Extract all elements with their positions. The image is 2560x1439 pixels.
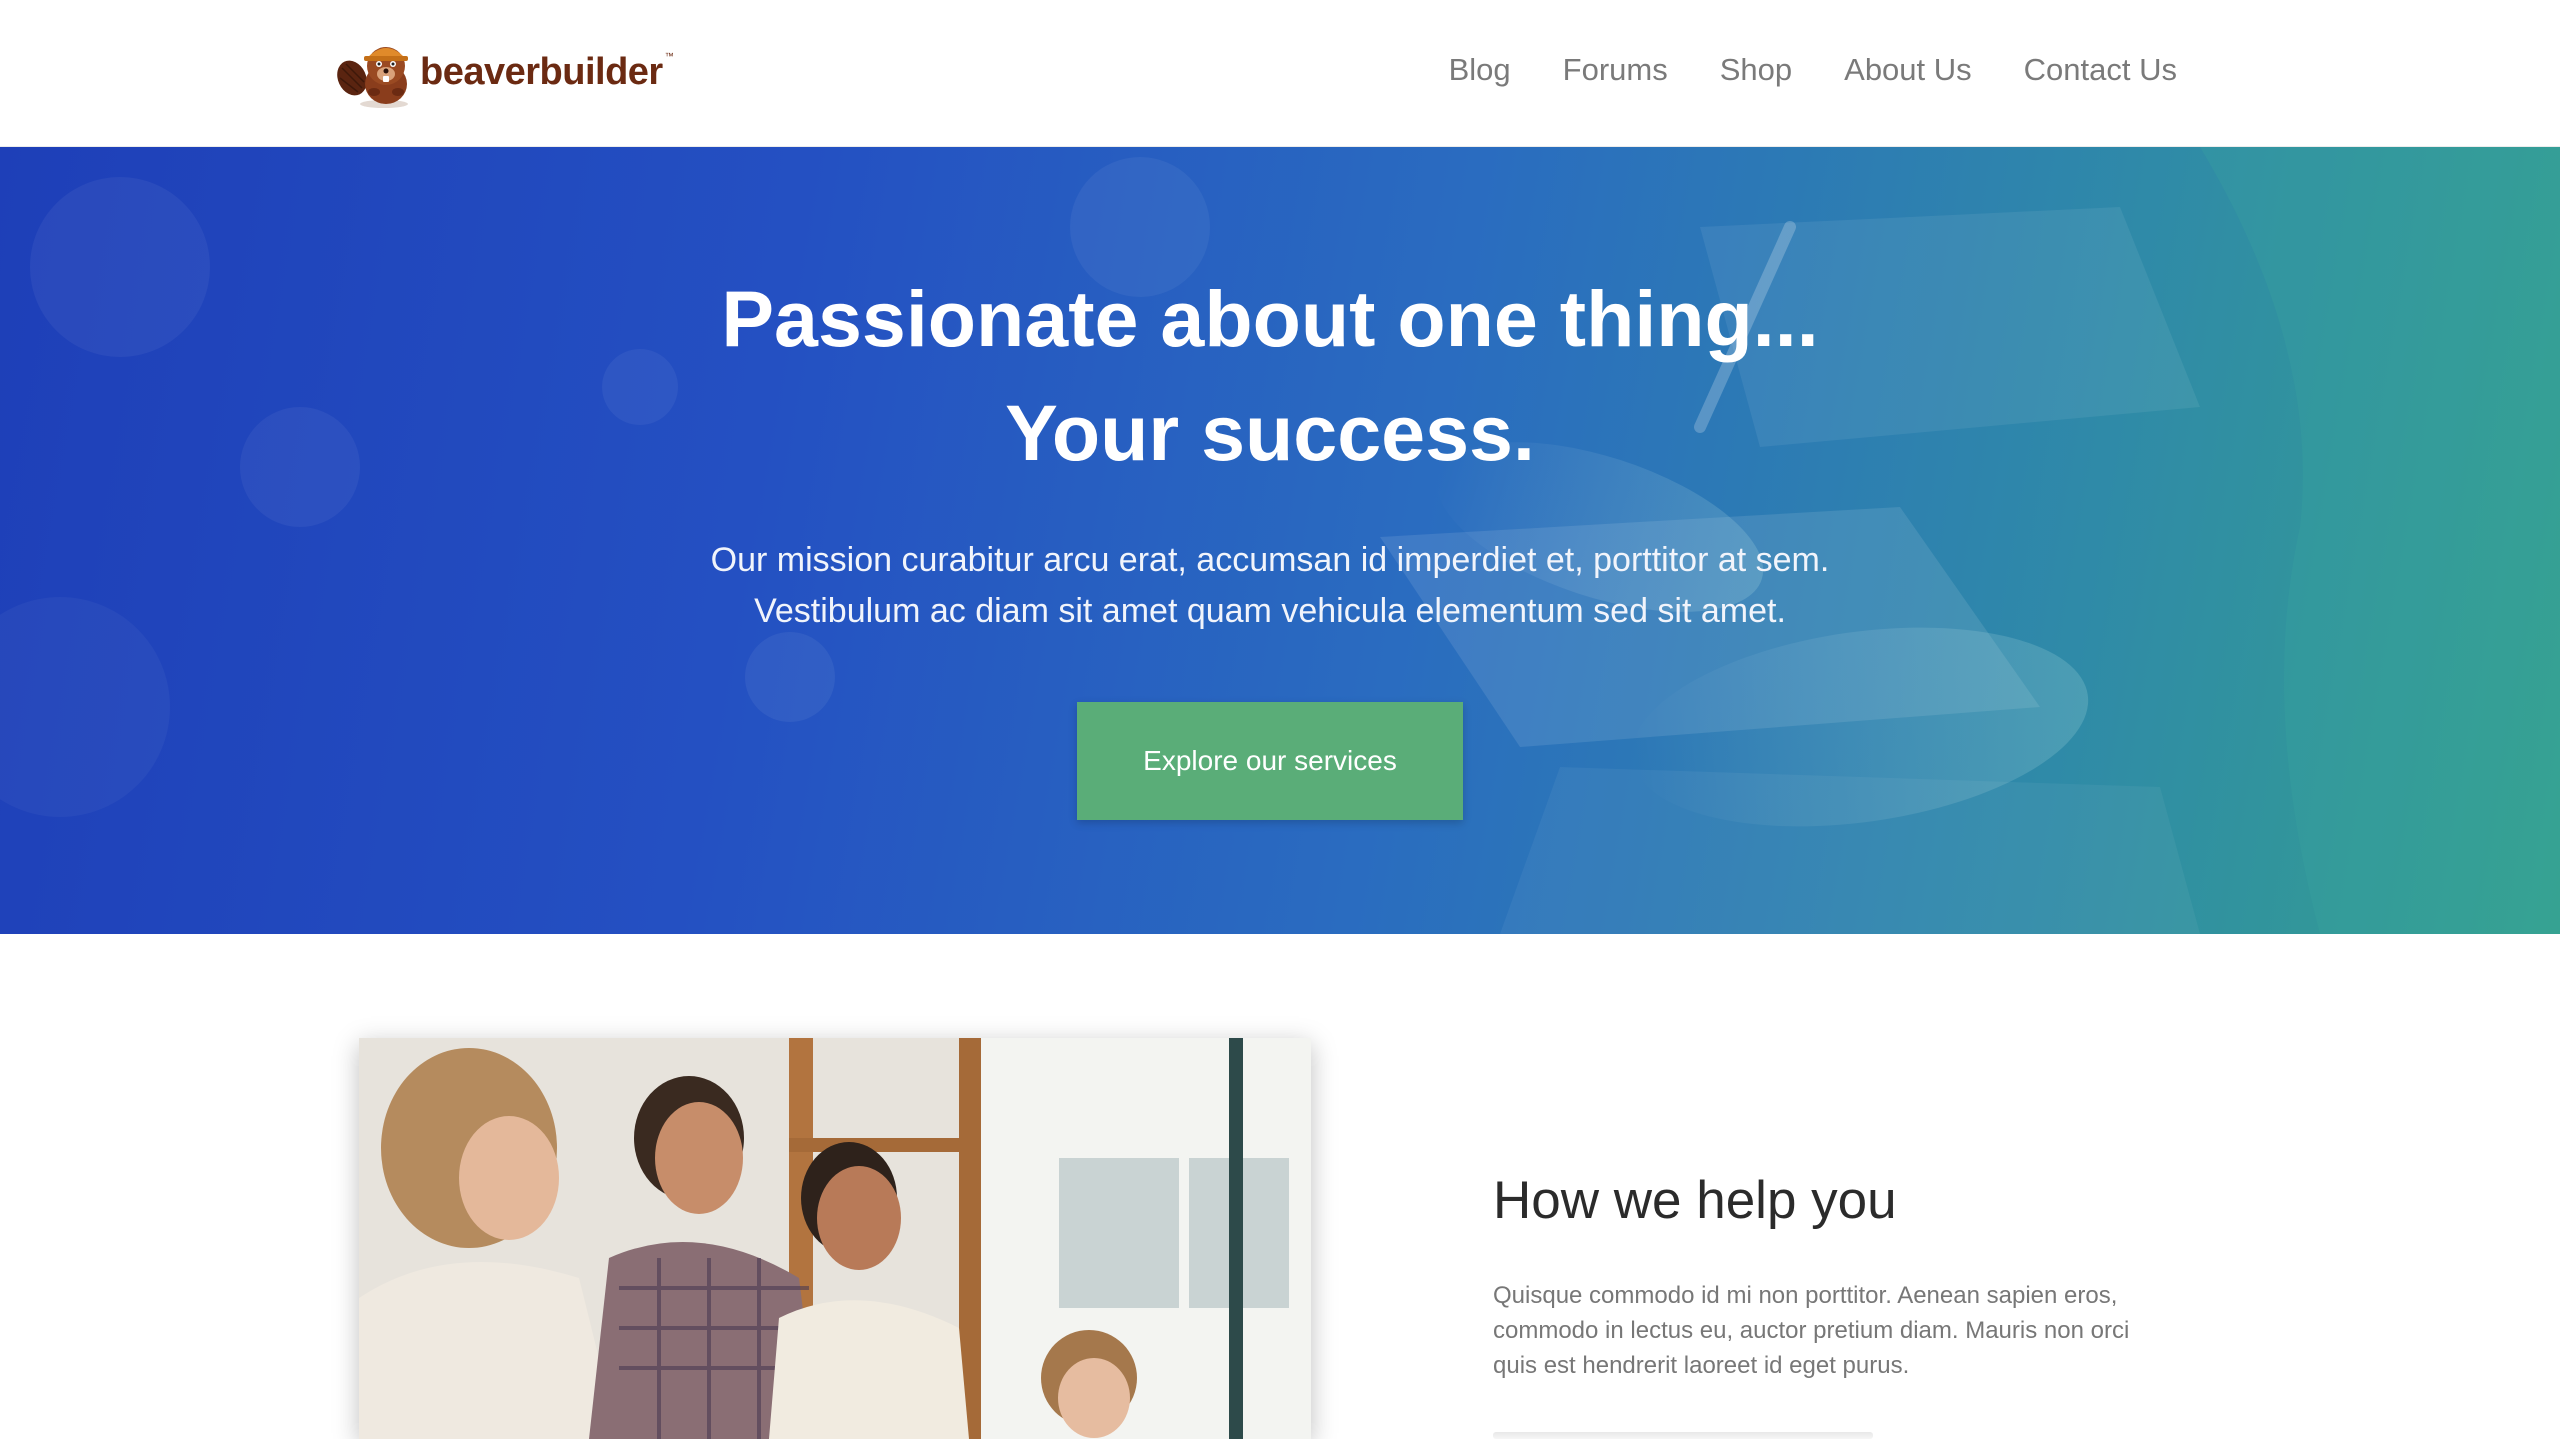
nav-link-contact-us[interactable]: Contact Us [2024, 48, 2177, 92]
how-we-help-body-line-2: commodo in lectus eu, auctor pretium dia… [1493, 1317, 2130, 1344]
nav-link-blog[interactable]: Blog [1449, 48, 1511, 92]
hero-subtitle-line-2: Vestibulum ac diam sit amet quam vehicul… [754, 592, 1786, 630]
how-we-help-heading: How we help you [1493, 1171, 1897, 1230]
team-photo [359, 1038, 1311, 1439]
explore-services-button[interactable]: Explore our services [1077, 702, 1463, 820]
nav-link-about-us[interactable]: About Us [1844, 48, 1972, 92]
hero-subtitle-line-1: Our mission curabitur arcu erat, accumsa… [710, 541, 1830, 579]
hero-title-line-1: Passionate about one thing... [721, 274, 1819, 363]
hero-title-line-2: Your success. [1005, 388, 1535, 477]
logo-wordmark: beaverbuilder [420, 50, 663, 93]
site-logo[interactable]: beaverbuilder ™ [334, 34, 674, 110]
nav-link-shop[interactable]: Shop [1720, 48, 1792, 92]
learn-more-button-top-edge[interactable] [1493, 1432, 1873, 1439]
nav-link-forums[interactable]: Forums [1563, 48, 1668, 92]
team-photo-illustration [359, 1038, 1311, 1439]
hero-section: Passionate about one thing... Your succe… [0, 147, 2560, 934]
logo-trademark: ™ [664, 51, 674, 61]
hero-subtitle: Our mission curabitur arcu erat, accumsa… [0, 535, 2540, 637]
main-nav: Blog Forums Shop About Us Contact Us [1449, 48, 2177, 92]
site-header: beaverbuilder ™ Blog Forums Shop About U… [0, 0, 2560, 147]
how-we-help-body-line-1: Quisque commodo id mi non porttitor. Aen… [1493, 1282, 2118, 1309]
how-we-help-body-line-3: quis est hendrerit laoreet id eget purus… [1493, 1352, 1910, 1379]
beaver-logo-icon [337, 47, 408, 108]
how-we-help-body: Quisque commodo id mi non porttitor. Aen… [1493, 1278, 2173, 1383]
hero-title: Passionate about one thing... Your succe… [0, 262, 2540, 490]
